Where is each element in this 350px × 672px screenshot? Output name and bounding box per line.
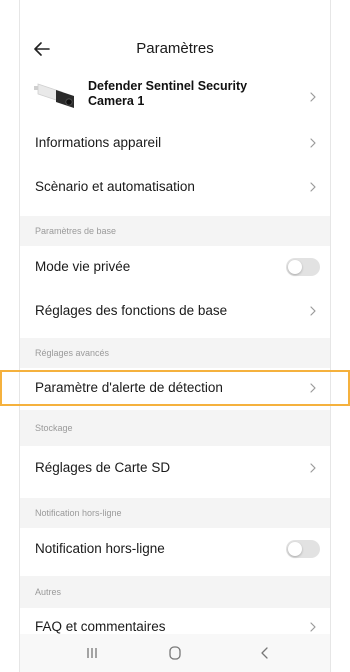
detection-alert-label: Paramètre d'alerte de détection <box>35 380 223 395</box>
device-name: Defender Sentinel Security Camera 1 <box>88 79 248 108</box>
sd-card-row[interactable]: Réglages de Carte SD <box>20 446 330 490</box>
offline-notification-row: Notification hors-ligne <box>20 528 330 570</box>
camera-thumbnail <box>32 80 76 112</box>
section-advanced-label: Réglages avancés <box>35 348 110 358</box>
home-icon[interactable] <box>163 642 187 664</box>
back-nav-icon[interactable] <box>253 642 277 664</box>
header: Paramètres <box>20 34 330 64</box>
section-storage: Stockage <box>20 410 330 446</box>
section-offline: Notification hors-ligne <box>20 498 330 528</box>
privacy-mode-row: Mode vie privée <box>20 246 330 288</box>
page-title: Paramètres <box>136 40 214 57</box>
chevron-right-icon <box>308 180 318 194</box>
chevron-right-icon <box>308 136 318 150</box>
section-advanced: Réglages avancés <box>20 338 330 368</box>
offline-notification-label: Notification hors-ligne <box>35 541 165 556</box>
chevron-right-icon <box>308 381 318 395</box>
section-storage-label: Stockage <box>35 423 73 433</box>
scenario-label: Scènario et automatisation <box>35 179 195 194</box>
offline-notification-toggle[interactable] <box>286 540 320 558</box>
basic-settings-row[interactable]: Réglages des fonctions de base <box>20 290 330 332</box>
section-basic: Paramètres de base <box>20 216 330 246</box>
sd-card-label: Réglages de Carte SD <box>35 460 171 475</box>
section-basic-label: Paramètres de base <box>35 226 117 236</box>
back-arrow-icon[interactable] <box>32 34 52 64</box>
privacy-mode-toggle[interactable] <box>286 258 320 276</box>
section-other-label: Autres <box>35 587 62 597</box>
settings-screen: Paramètres Defender Sentinel Security Ca… <box>20 0 330 672</box>
device-row[interactable]: Defender Sentinel Security Camera 1 <box>20 74 330 120</box>
device-info-row[interactable]: Informations appareil <box>20 124 330 162</box>
chevron-right-icon <box>308 90 318 104</box>
scenario-row[interactable]: Scènario et automatisation <box>20 168 330 206</box>
system-nav-bar <box>20 634 330 672</box>
section-other: Autres <box>20 576 330 608</box>
privacy-mode-label: Mode vie privée <box>35 259 131 274</box>
chevron-right-icon <box>308 620 318 634</box>
section-offline-label: Notification hors-ligne <box>35 508 122 518</box>
basic-settings-label: Réglages des fonctions de base <box>35 303 228 318</box>
chevron-right-icon <box>308 304 318 318</box>
chevron-right-icon <box>308 461 318 475</box>
detection-alert-row[interactable]: Paramètre d'alerte de détection <box>20 370 330 406</box>
recents-icon[interactable] <box>80 642 104 664</box>
device-info-label: Informations appareil <box>35 135 162 150</box>
